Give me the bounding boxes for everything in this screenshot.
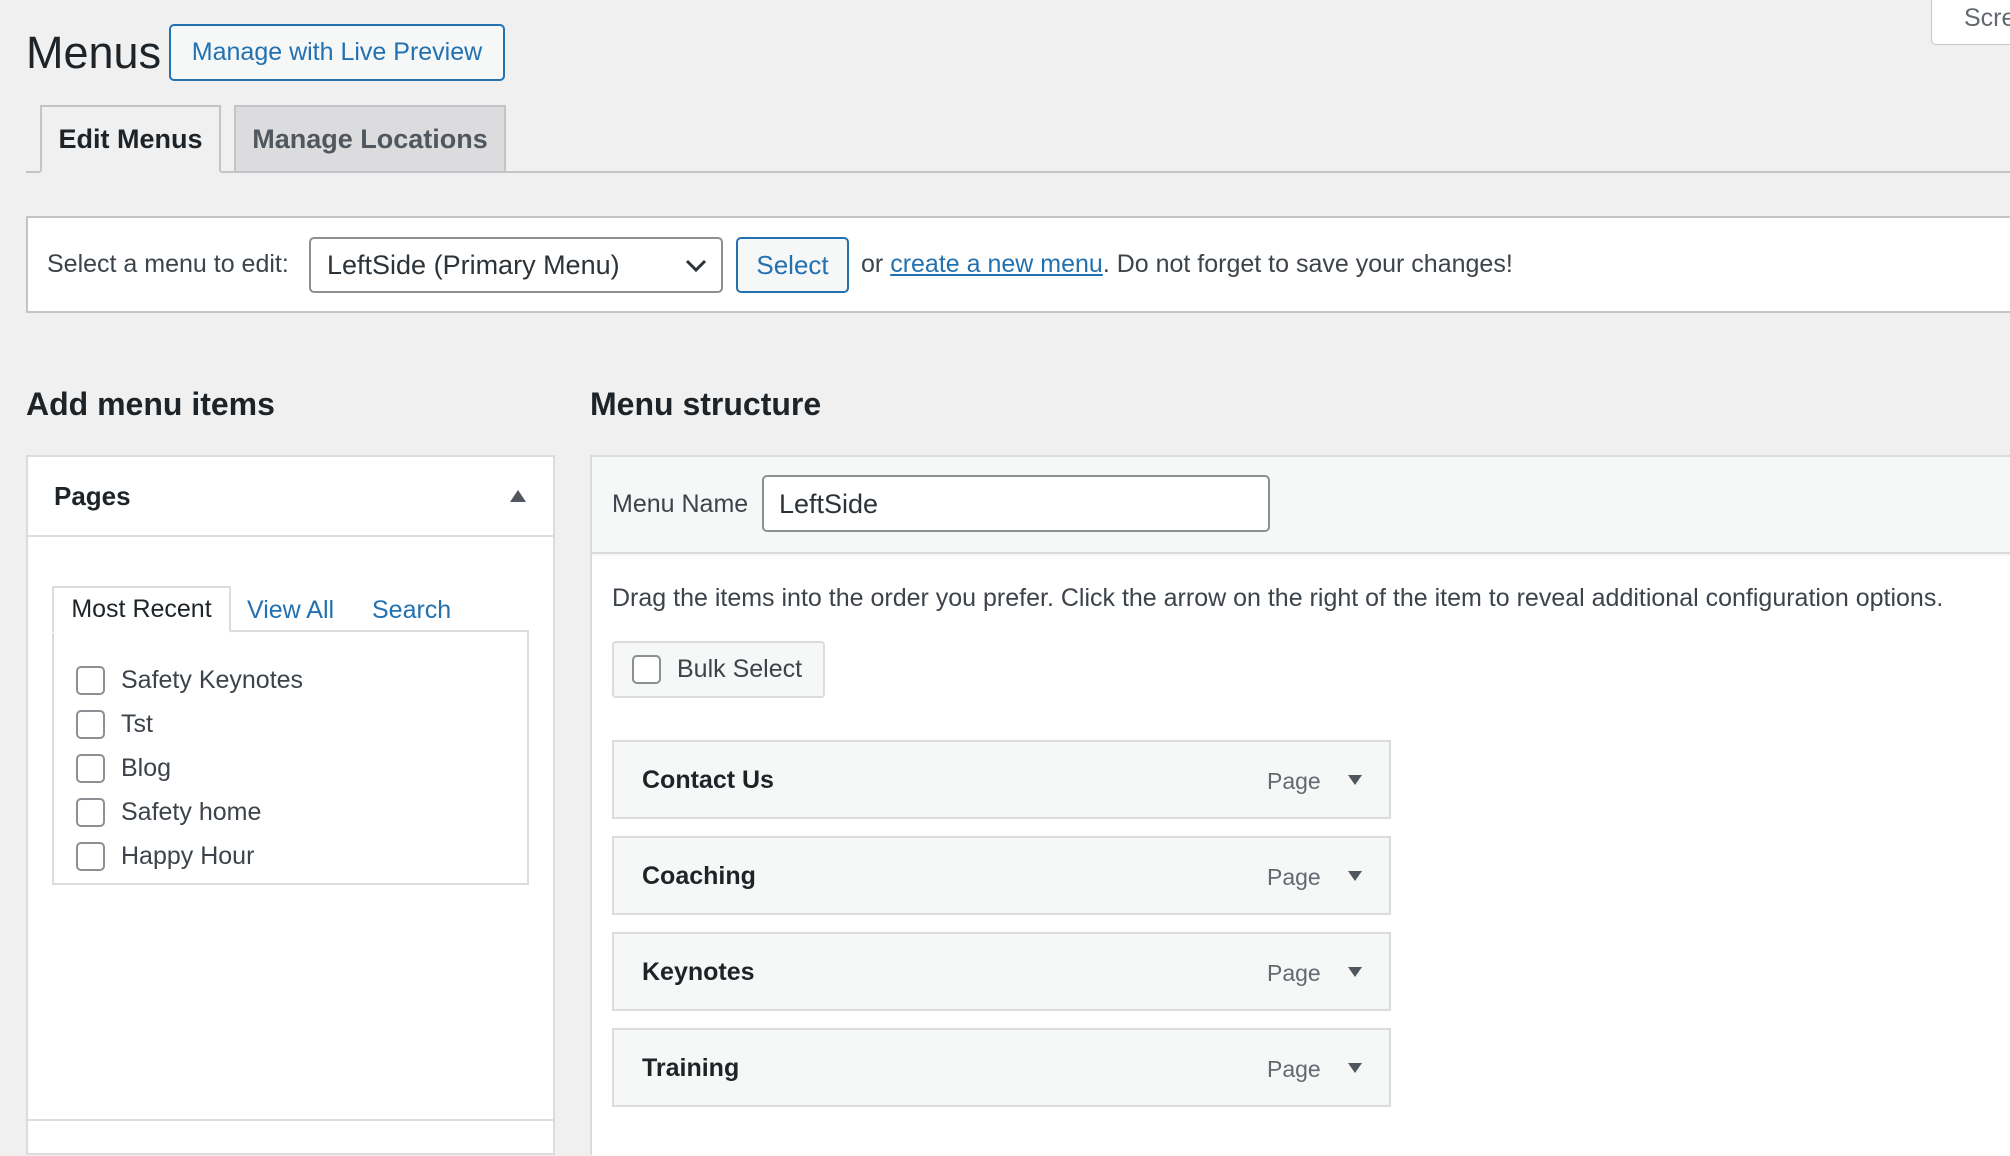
screen-options-button[interactable]: Scre [1931, 0, 2010, 45]
menu-item-type: Page [1267, 768, 1321, 794]
page-label: Happy Hour [121, 841, 255, 870]
page-label: Blog [121, 753, 172, 782]
pages-panel-title: Pages [54, 481, 131, 511]
bulk-select-label: Bulk Select [677, 655, 803, 683]
bulk-select-checkbox[interactable] [632, 655, 661, 684]
menu-item-title: Coaching [642, 862, 756, 890]
list-item[interactable]: Safety home [76, 790, 303, 834]
triangle-down-icon[interactable] [1347, 774, 1363, 786]
page-checkbox[interactable] [76, 753, 105, 783]
menu-item-type: Page [1267, 960, 1321, 986]
list-item[interactable]: Safety Keynotes [76, 658, 303, 702]
add-menu-items-heading: Add menu items [26, 386, 275, 422]
menu-name-input[interactable]: LeftSide [762, 475, 1270, 532]
page-checkbox[interactable] [76, 841, 105, 871]
tab-search[interactable]: Search [372, 596, 451, 625]
menu-item-title: Keynotes [642, 958, 755, 986]
menu-item-type: Page [1267, 864, 1321, 890]
live-preview-button[interactable]: Manage with Live Preview [169, 24, 505, 81]
menu-item[interactable]: Coaching Page [612, 836, 1391, 915]
menu-item[interactable]: Contact Us Page [612, 740, 1391, 819]
menu-select-value: LeftSide (Primary Menu) [327, 250, 620, 280]
drag-instructions: Drag the items into the order you prefer… [612, 584, 1944, 612]
menu-select-dropdown[interactable]: LeftSide (Primary Menu) [309, 237, 723, 293]
menu-name-label: Menu Name [612, 490, 749, 518]
triangle-down-icon[interactable] [1347, 966, 1363, 978]
menu-item[interactable]: Training Page [612, 1028, 1391, 1107]
create-new-menu-link[interactable]: create a new menu [890, 250, 1103, 278]
save-reminder-text: . Do not forget to save your changes! [1102, 250, 1513, 278]
list-item[interactable]: Blog [76, 746, 303, 790]
page-label: Tst [121, 709, 153, 738]
page-checkbox[interactable] [76, 665, 105, 695]
menu-item-type: Page [1267, 1056, 1321, 1082]
create-menu-hint: or create a new menu. Do not forget to s… [861, 250, 1513, 279]
triangle-down-icon[interactable] [1347, 1062, 1363, 1074]
page-label: Safety Keynotes [121, 665, 304, 694]
bulk-select-button[interactable]: Bulk Select [612, 641, 825, 698]
page-label: Safety home [121, 797, 262, 826]
tab-most-recent[interactable]: Most Recent [52, 586, 231, 633]
list-item[interactable]: Tst [76, 702, 303, 746]
page-checkbox[interactable] [76, 709, 105, 739]
triangle-up-icon[interactable] [509, 489, 527, 503]
menu-item-title: Contact Us [642, 766, 774, 794]
page-checkbox[interactable] [76, 797, 105, 827]
page-title: Menus [26, 27, 162, 78]
tab-edit-menus[interactable]: Edit Menus [40, 105, 221, 173]
menu-item-title: Training [642, 1054, 740, 1082]
chevron-down-icon [685, 259, 707, 273]
select-menu-label: Select a menu to edit: [47, 250, 289, 278]
select-button[interactable]: Select [736, 237, 849, 293]
or-text: or [861, 250, 884, 278]
pages-list: Safety Keynotes Tst Blog Safety home Hap… [76, 658, 303, 878]
menu-item[interactable]: Keynotes Page [612, 932, 1391, 1011]
tab-view-all[interactable]: View All [247, 596, 334, 625]
menu-structure-heading: Menu structure [590, 386, 822, 422]
triangle-down-icon[interactable] [1347, 870, 1363, 882]
list-item[interactable]: Happy Hour [76, 834, 303, 878]
pages-panel-footer-divider [28, 1119, 553, 1121]
tab-manage-locations[interactable]: Manage Locations [234, 105, 506, 173]
